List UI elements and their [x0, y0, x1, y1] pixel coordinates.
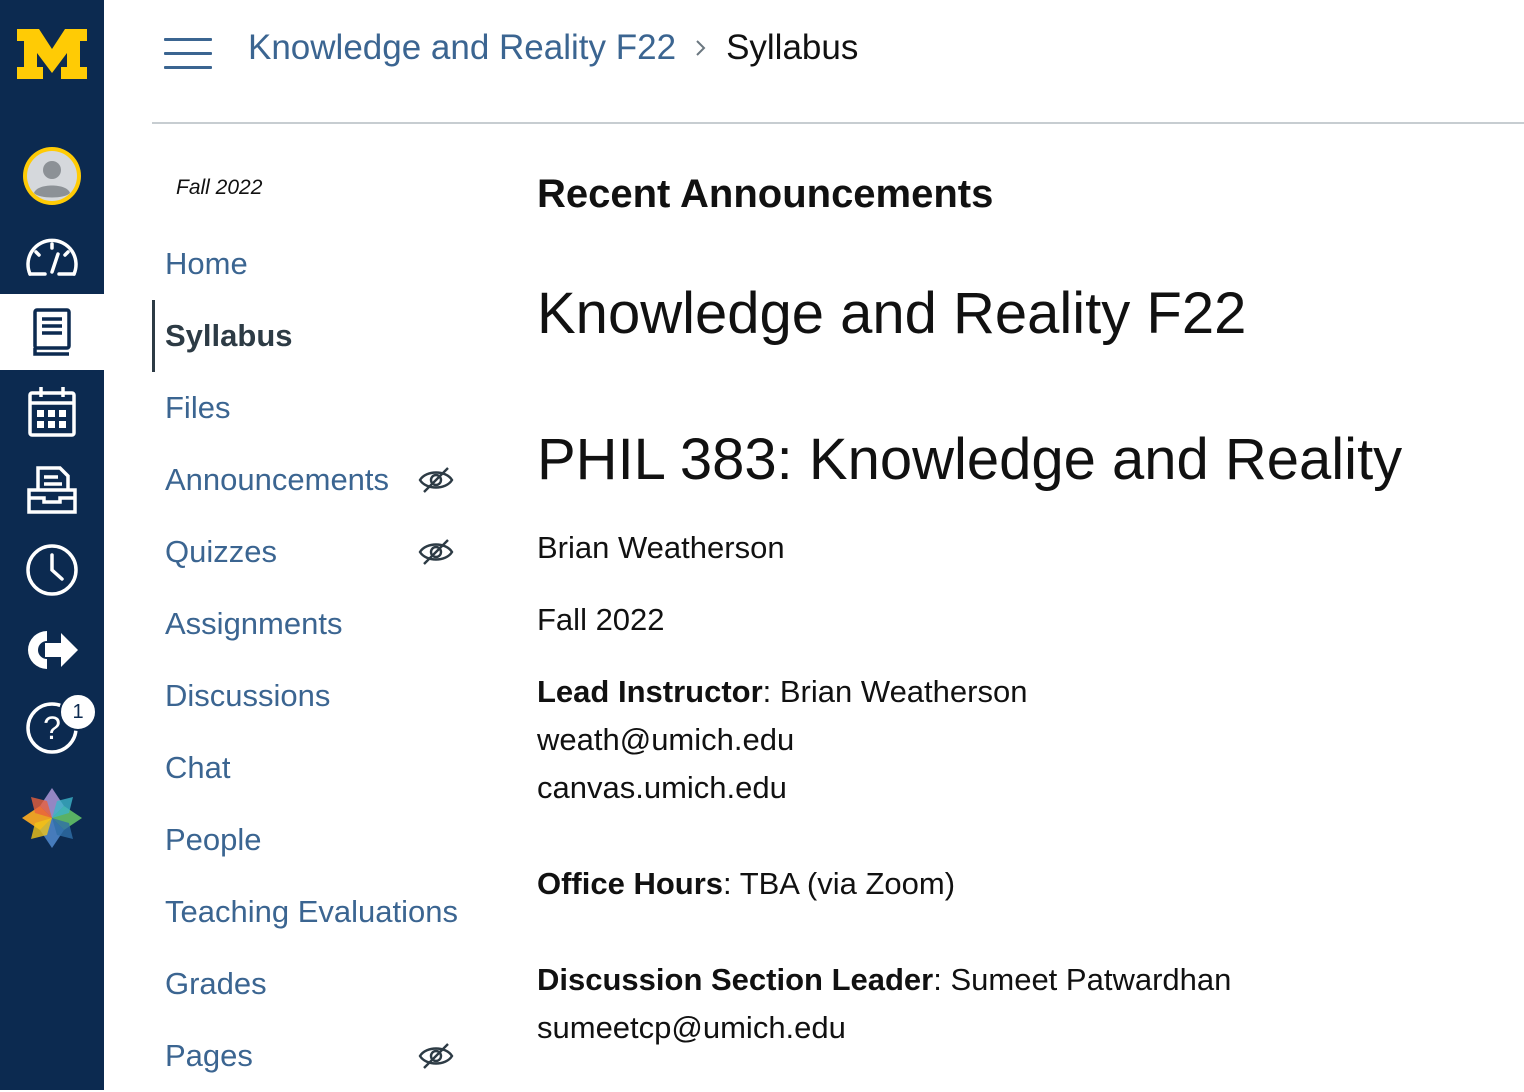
eye-slash-icon	[418, 1043, 454, 1069]
course-nav-label: Pages	[165, 1038, 253, 1073]
course-nav-grades[interactable]: Grades	[152, 948, 482, 1020]
office-hours-value: : TBA (via Zoom)	[723, 866, 956, 901]
help-notification-badge: 1	[59, 693, 97, 731]
syllabus-title-heading: PHIL 383: Knowledge and Reality	[537, 427, 1403, 492]
course-nav: Home Syllabus Files Announcements Quizze…	[152, 228, 482, 1092]
term-text: Fall 2022	[537, 602, 665, 637]
course-nav-label: Chat	[165, 750, 231, 785]
course-nav-label: Announcements	[165, 462, 390, 497]
course-nav-chat[interactable]: Chat	[152, 732, 482, 804]
section-leader-value: : Sumeet Patwardhan	[933, 962, 1232, 997]
course-nav-announcements[interactable]: Announcements	[152, 444, 482, 516]
section-leader-line: Discussion Section Leader: Sumeet Patwar…	[537, 962, 1231, 998]
lead-instructor-email: weath@umich.edu	[537, 722, 795, 757]
global-nav-calendar[interactable]	[0, 376, 104, 448]
course-nav-assignments[interactable]: Assignments	[152, 588, 482, 660]
history-icon	[26, 544, 78, 596]
global-nav-account[interactable]	[0, 136, 104, 216]
global-nav-courses[interactable]	[0, 294, 104, 370]
course-nav-label: Grades	[165, 966, 267, 1001]
chevron-right-icon	[696, 40, 706, 56]
global-nav-inbox[interactable]	[0, 454, 104, 526]
app-flower-icon	[22, 788, 82, 848]
course-nav-teaching-evaluations[interactable]: Teaching Evaluations	[152, 876, 482, 948]
course-nav-label: Quizzes	[165, 534, 277, 569]
course-nav-discussions[interactable]: Discussions	[152, 660, 482, 732]
course-nav-home[interactable]: Home	[152, 228, 482, 300]
course-nav-label: People	[165, 822, 262, 857]
course-nav-label: Discussions	[165, 678, 331, 713]
global-nav: ? 1	[0, 0, 104, 1090]
lead-instructor-label: Lead Instructor	[537, 674, 763, 709]
course-nav-label: Teaching Evaluations	[165, 894, 458, 929]
breadcrumb-current: Syllabus	[726, 28, 859, 67]
office-hours-label: Office Hours	[537, 866, 724, 901]
calendar-icon	[28, 387, 76, 437]
inbox-icon	[27, 466, 77, 514]
eye-slash-icon	[418, 539, 454, 565]
course-nav-syllabus[interactable]: Syllabus	[152, 300, 482, 372]
course-nav-label: Assignments	[165, 606, 343, 641]
course-nav-label: Home	[165, 246, 248, 281]
page-header: Knowledge and Reality F22 Syllabus	[104, 0, 1524, 124]
dashboard-icon	[26, 238, 78, 276]
header-divider	[152, 122, 1524, 124]
svg-text:?: ?	[43, 710, 61, 746]
course-nav-quizzes[interactable]: Quizzes	[152, 516, 482, 588]
office-hours-line: Office Hours: TBA (via Zoom)	[537, 866, 955, 902]
global-nav-commons[interactable]	[0, 614, 104, 686]
course-nav-label: Syllabus	[165, 318, 293, 353]
breadcrumb-course-link[interactable]: Knowledge and Reality F22	[248, 28, 676, 68]
course-nav-pages[interactable]: Pages	[152, 1020, 482, 1092]
global-nav-app[interactable]	[0, 780, 104, 856]
section-leader-email: sumeetcp@umich.edu	[537, 1010, 846, 1045]
umich-logo[interactable]	[0, 18, 104, 90]
section-leader-label: Discussion Section Leader	[537, 962, 934, 997]
course-nav-label: Files	[165, 390, 231, 425]
commons-icon	[28, 631, 78, 669]
lead-instructor-value: : Brian Weatherson	[762, 674, 1028, 709]
hamburger-menu-icon[interactable]	[164, 36, 214, 70]
avatar-icon	[23, 147, 81, 205]
course-title-heading: Knowledge and Reality F22	[537, 281, 1247, 346]
eye-slash-icon	[418, 467, 454, 493]
global-nav-dashboard[interactable]	[0, 222, 104, 294]
global-nav-history[interactable]	[0, 534, 104, 606]
course-nav-people[interactable]: People	[152, 804, 482, 876]
course-nav-files[interactable]: Files	[152, 372, 482, 444]
lead-instructor-site: canvas.umich.edu	[537, 770, 787, 805]
recent-announcements-heading: Recent Announcements	[537, 172, 994, 216]
course-term-label: Fall 2022	[176, 176, 263, 199]
block-m-logo-icon	[17, 29, 87, 79]
breadcrumb: Knowledge and Reality F22 Syllabus	[248, 28, 858, 68]
courses-icon	[33, 308, 71, 356]
lead-instructor-line: Lead Instructor: Brian Weatherson	[537, 674, 1027, 710]
instructor-name: Brian Weatherson	[537, 530, 785, 565]
